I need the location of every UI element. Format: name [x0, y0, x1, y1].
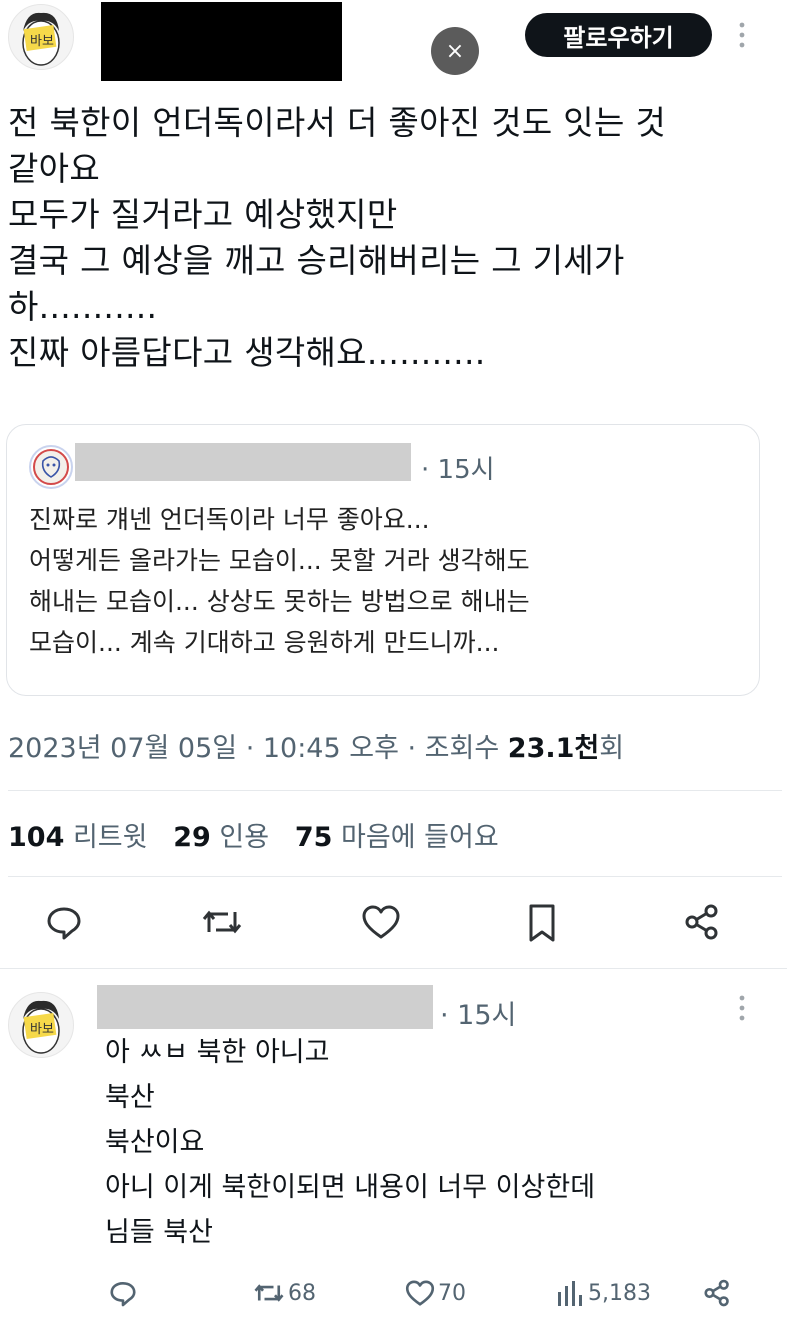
- quote-line: 모습이... 계속 기대하고 응원하게 만드니까...: [29, 628, 500, 657]
- follow-button-label: 팔로우하기: [563, 23, 674, 52]
- more-options-icon[interactable]: [732, 20, 752, 50]
- tweet-line: 결국 그 예상을 깨고 승리해버리는 그 기세가: [8, 241, 625, 280]
- reply-author-avatar[interactable]: 바보: [8, 992, 74, 1058]
- reply-body: 아 ㅆㅂ 북한 아니고 북산 북산이요 아니 이게 북한이되면 내용이 너무 이…: [105, 1030, 595, 1255]
- divider: [0, 968, 787, 969]
- tweet-body: 전 북한이 언더독이라서 더 좋아진 것도 잇는 것 같아요 모두가 질거라고 …: [8, 100, 666, 376]
- tweet-line: 하...........: [8, 287, 158, 326]
- reply-like-button[interactable]: 70: [404, 1278, 466, 1308]
- divider: [8, 790, 782, 791]
- reply-line: 아 ㅆㅂ 북한 아니고: [105, 1037, 330, 1068]
- quote-line: 진짜로 걔넨 언더독이라 너무 좋아요...: [29, 505, 430, 534]
- reply-retweet-icon: [254, 1284, 284, 1302]
- tweet-meta: 2023년 07월 05일 · 10:45 오후 · 조회수 23.1천회: [8, 726, 624, 765]
- reply-view-count: 5,183: [588, 1280, 651, 1306]
- quoted-tweet-card[interactable]: · 15시 진짜로 걔넨 언더독이라 너무 좋아요... 어떻게든 올라가는 모…: [6, 424, 760, 696]
- views-icon: [558, 1281, 582, 1306]
- reply-icon[interactable]: [44, 902, 84, 942]
- share-icon[interactable]: [682, 902, 722, 942]
- tweet-line: 전 북한이 언더독이라서 더 좋아진 것도 잇는 것: [8, 103, 667, 142]
- reply-retweet-button[interactable]: 68: [252, 1278, 316, 1308]
- view-count: 23.1천: [507, 733, 600, 764]
- close-icon[interactable]: ×: [431, 27, 479, 75]
- tweet-line: 같아요: [8, 149, 100, 188]
- redacted-username: [101, 2, 342, 81]
- redacted-quoted-username: [75, 443, 411, 481]
- avatar-note-text: 바보: [30, 34, 54, 49]
- avatar-note-text: 바보: [30, 1022, 54, 1037]
- reply-more-options-icon[interactable]: [732, 993, 752, 1023]
- reply-line: 님들 북산: [105, 1217, 213, 1248]
- reply-share-icon[interactable]: [702, 1278, 732, 1308]
- author-avatar[interactable]: 바보: [8, 4, 74, 70]
- redacted-reply-username: [97, 985, 433, 1029]
- reply-timestamp: · 15시: [440, 1000, 517, 1031]
- reply-views-button[interactable]: 5,183: [556, 1278, 651, 1308]
- quote-line: 어떻게든 올라가는 모습이... 못할 거라 생각해도: [29, 546, 530, 575]
- retweets-stat[interactable]: 104 리트윗: [8, 822, 148, 853]
- bookmark-icon[interactable]: [524, 902, 560, 944]
- quoted-author-avatar[interactable]: [29, 445, 73, 489]
- likes-stat[interactable]: 75 마음에 들어요: [295, 822, 499, 853]
- reply-like-icon: [405, 1280, 435, 1306]
- tweet-line: 모두가 질거라고 예상했지만: [8, 195, 398, 234]
- reply-line: 아니 이게 북한이되면 내용이 너무 이상한데: [105, 1172, 596, 1203]
- tweet-line: 진짜 아름답다고 생각해요...........: [8, 333, 486, 372]
- retweet-icon[interactable]: [200, 902, 244, 942]
- reply-like-count: 70: [438, 1280, 466, 1306]
- follow-button[interactable]: 팔로우하기: [525, 13, 712, 57]
- reply-line: 북산이요: [105, 1127, 205, 1158]
- tweet-date: 2023년 07월 05일 · 10:45 오후 · 조회수: [8, 733, 508, 764]
- reply-reply-icon[interactable]: [108, 1278, 138, 1308]
- tweet-stats: 104 리트윗 29 인용 75 마음에 들어요: [8, 815, 499, 854]
- reply-retweet-count: 68: [288, 1280, 316, 1306]
- reply-line: 북산: [105, 1082, 155, 1113]
- quoted-text: 진짜로 걔넨 언더독이라 너무 좋아요... 어떻게든 올라가는 모습이... …: [29, 499, 530, 663]
- like-icon[interactable]: [360, 902, 402, 942]
- view-suffix: 회: [599, 733, 625, 764]
- quoted-timestamp: · 15시: [421, 455, 495, 485]
- quote-line: 해내는 모습이... 상상도 못하는 방법으로 해내는: [29, 587, 530, 616]
- quotes-stat[interactable]: 29 인용: [173, 822, 269, 853]
- divider: [8, 876, 782, 877]
